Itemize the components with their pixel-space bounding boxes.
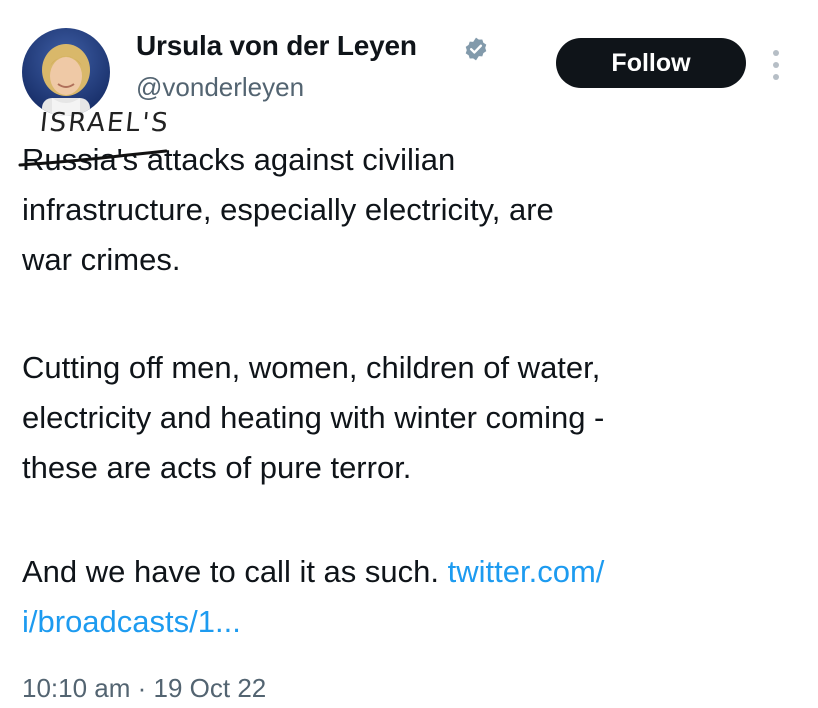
tweet-line: war crimes. (22, 242, 181, 277)
avatar-photo (22, 28, 110, 116)
tweet-line: Russia's attacks against civilian (18, 135, 802, 185)
tweet-line: And we have to call it as such. twitter.… (22, 547, 802, 597)
avatar[interactable] (22, 28, 110, 116)
tweet-line: Cutting off men, women, children of wate… (22, 350, 601, 385)
tweet-text-segment: attacks against civilian (138, 142, 456, 177)
tweet-line: these are acts of pure terror. (22, 450, 412, 485)
broadcast-link[interactable]: twitter.com/ (448, 554, 605, 589)
tweet-line: electricity and heating with winter comi… (22, 400, 605, 435)
tweet-paragraph-3: And we have to call it as such. twitter.… (22, 547, 802, 647)
display-name[interactable]: Ursula von der Leyen (136, 30, 417, 62)
tweet-timestamp[interactable]: 10:10 am · 19 Oct 22 (22, 673, 266, 704)
follow-button[interactable]: Follow (556, 38, 746, 88)
tweet-paragraph-2: Cutting off men, women, children of wate… (22, 343, 802, 493)
tweet-line: i/broadcasts/1... (22, 597, 802, 647)
tweet-text-segment: And we have to call it as such. (22, 554, 448, 589)
tweet-line: infrastructure, especially electricity, … (22, 192, 554, 227)
struck-word-text: Russia's (22, 142, 139, 177)
struck-word: Russia's (18, 135, 168, 185)
author-handle[interactable]: @vonderleyen (136, 72, 304, 103)
broadcast-link-continued[interactable]: i/broadcasts/1... (22, 604, 241, 639)
tweet-card: Ursula von der Leyen @vonderleyen Follow… (0, 0, 818, 708)
verified-badge-icon (465, 37, 487, 61)
handwritten-annotation: ISRAEL'S (38, 108, 172, 138)
more-vertical-icon[interactable] (769, 48, 783, 82)
tweet-paragraph-1: Russia's attacks against civilian infras… (18, 135, 802, 285)
